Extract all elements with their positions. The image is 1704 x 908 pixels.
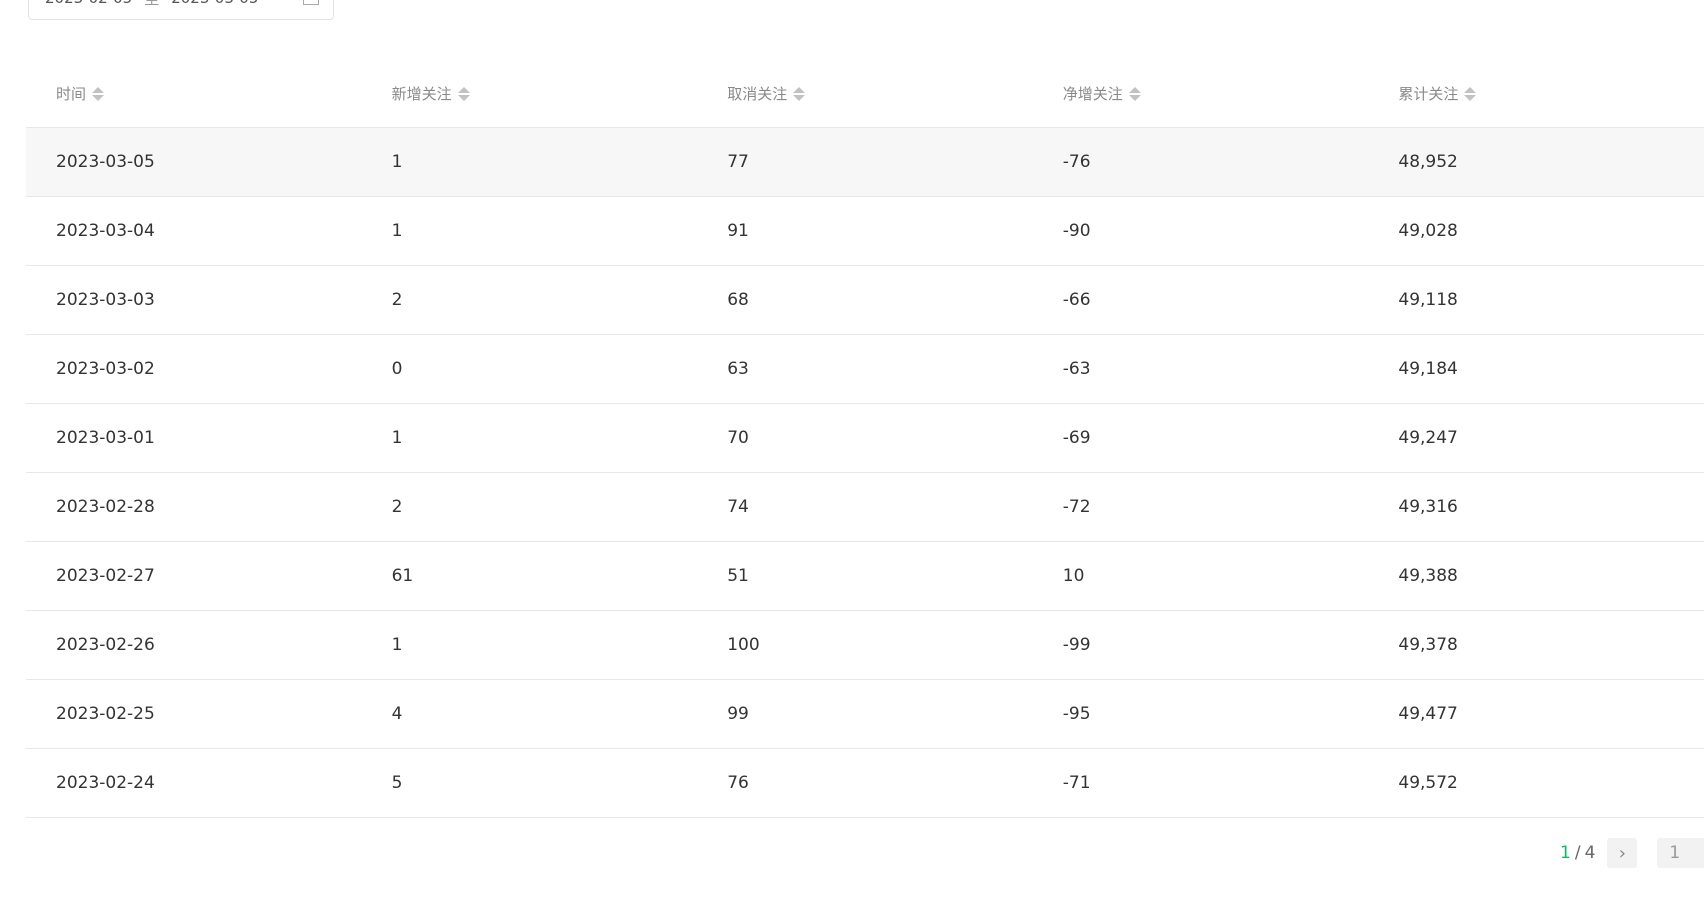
cell-unfollows: 74 — [727, 497, 749, 517]
cell-net-follows: -95 — [1062, 704, 1091, 724]
cell-unfollows: 77 — [727, 152, 749, 172]
cell-unfollows: 70 — [727, 428, 749, 448]
cell-new-follows: 1 — [391, 428, 403, 448]
cell-date: 2023-03-01 — [56, 428, 155, 448]
sort-icon[interactable] — [1128, 86, 1141, 101]
cell-date: 2023-03-03 — [56, 290, 155, 310]
cell-total-follows: 49,316 — [1398, 497, 1458, 517]
chevron-right-icon: › — [1618, 842, 1626, 864]
cell-date: 2023-02-24 — [56, 773, 155, 793]
table-row: 2023-02-26 1 100 -99 49,378 — [26, 611, 1704, 680]
cell-net-follows: -66 — [1062, 290, 1091, 310]
table-row: 2023-03-05 1 77 -76 48,952 — [26, 128, 1704, 197]
pagination-current-page: 1 — [1560, 843, 1571, 863]
cell-date: 2023-02-27 — [56, 566, 155, 586]
column-header-time[interactable]: 时间 — [26, 83, 362, 104]
cell-unfollows: 68 — [727, 290, 749, 310]
cell-unfollows: 51 — [727, 566, 749, 586]
cell-net-follows: -69 — [1062, 428, 1091, 448]
table-row: 2023-02-24 5 76 -71 49,572 — [26, 749, 1704, 818]
cell-net-follows: 10 — [1062, 566, 1085, 586]
table-row: 2023-02-28 2 74 -72 49,316 — [26, 473, 1704, 542]
cell-date: 2023-02-25 — [56, 704, 155, 724]
table-row: 2023-03-01 1 70 -69 49,247 — [26, 404, 1704, 473]
cell-new-follows: 61 — [391, 566, 414, 586]
cell-unfollows: 63 — [727, 359, 749, 379]
cell-total-follows: 48,952 — [1398, 152, 1458, 172]
cell-total-follows: 49,477 — [1398, 704, 1458, 724]
cell-unfollows: 91 — [727, 221, 749, 241]
cell-date: 2023-03-05 — [56, 152, 155, 172]
sort-icon[interactable] — [457, 86, 470, 101]
cell-date: 2023-02-28 — [56, 497, 155, 517]
cell-new-follows: 2 — [391, 290, 403, 310]
table-row: 2023-02-27 61 51 10 49,388 — [26, 542, 1704, 611]
cell-total-follows: 49,028 — [1398, 221, 1458, 241]
cell-new-follows: 1 — [391, 221, 403, 241]
cell-new-follows: 1 — [391, 635, 403, 655]
cell-new-follows: 0 — [391, 359, 403, 379]
page: 2023-02-05 至 2023-03-05 时间 新增关注 取消关注 净增关… — [0, 0, 1704, 908]
table-header: 时间 新增关注 取消关注 净增关注 累计关注 — [26, 60, 1704, 128]
sort-icon[interactable] — [92, 86, 105, 101]
table-row: 2023-03-03 2 68 -66 49,118 — [26, 266, 1704, 335]
cell-net-follows: -99 — [1062, 635, 1091, 655]
date-range-end: 2023-03-05 — [171, 0, 258, 7]
cell-net-follows: -72 — [1062, 497, 1091, 517]
date-range-start: 2023-02-05 — [45, 0, 132, 7]
cell-date: 2023-02-26 — [56, 635, 155, 655]
column-header-unfollows[interactable]: 取消关注 — [697, 83, 1033, 104]
table-row: 2023-02-25 4 99 -95 49,477 — [26, 680, 1704, 749]
pagination: 1 / 4 › 1 — [1560, 838, 1704, 868]
column-header-net-follows[interactable]: 净增关注 — [1033, 83, 1369, 104]
follower-stats-table: 时间 新增关注 取消关注 净增关注 累计关注 2023-03-05 1 77 -… — [26, 60, 1704, 818]
pagination-total-pages: 4 — [1584, 843, 1596, 863]
cell-total-follows: 49,378 — [1398, 635, 1458, 655]
cell-total-follows: 49,247 — [1398, 428, 1458, 448]
page-jump-input[interactable]: 1 — [1657, 838, 1704, 868]
cell-net-follows: -71 — [1062, 773, 1091, 793]
column-header-new-follows[interactable]: 新增关注 — [362, 83, 698, 104]
table-row: 2023-03-04 1 91 -90 49,028 — [26, 197, 1704, 266]
cell-new-follows: 5 — [391, 773, 403, 793]
pagination-separator: / — [1574, 843, 1581, 863]
cell-unfollows: 99 — [727, 704, 749, 724]
sort-icon[interactable] — [1464, 86, 1477, 101]
cell-net-follows: -90 — [1062, 221, 1091, 241]
next-page-button[interactable]: › — [1607, 838, 1638, 868]
cell-unfollows: 76 — [727, 773, 749, 793]
cell-total-follows: 49,184 — [1398, 359, 1458, 379]
cell-net-follows: -76 — [1062, 152, 1091, 172]
calendar-icon[interactable] — [303, 0, 319, 5]
column-header-total-follows[interactable]: 累计关注 — [1368, 83, 1704, 104]
cell-date: 2023-03-04 — [56, 221, 155, 241]
date-range-separator: 至 — [144, 0, 159, 9]
sort-icon[interactable] — [793, 86, 806, 101]
date-range-picker[interactable]: 2023-02-05 至 2023-03-05 — [28, 0, 334, 20]
cell-new-follows: 1 — [391, 152, 403, 172]
cell-date: 2023-03-02 — [56, 359, 155, 379]
cell-net-follows: -63 — [1062, 359, 1091, 379]
cell-total-follows: 49,572 — [1398, 773, 1458, 793]
cell-total-follows: 49,388 — [1398, 566, 1458, 586]
cell-new-follows: 4 — [391, 704, 403, 724]
cell-unfollows: 100 — [727, 635, 760, 655]
cell-new-follows: 2 — [391, 497, 403, 517]
table-row: 2023-03-02 0 63 -63 49,184 — [26, 335, 1704, 404]
cell-total-follows: 49,118 — [1398, 290, 1458, 310]
